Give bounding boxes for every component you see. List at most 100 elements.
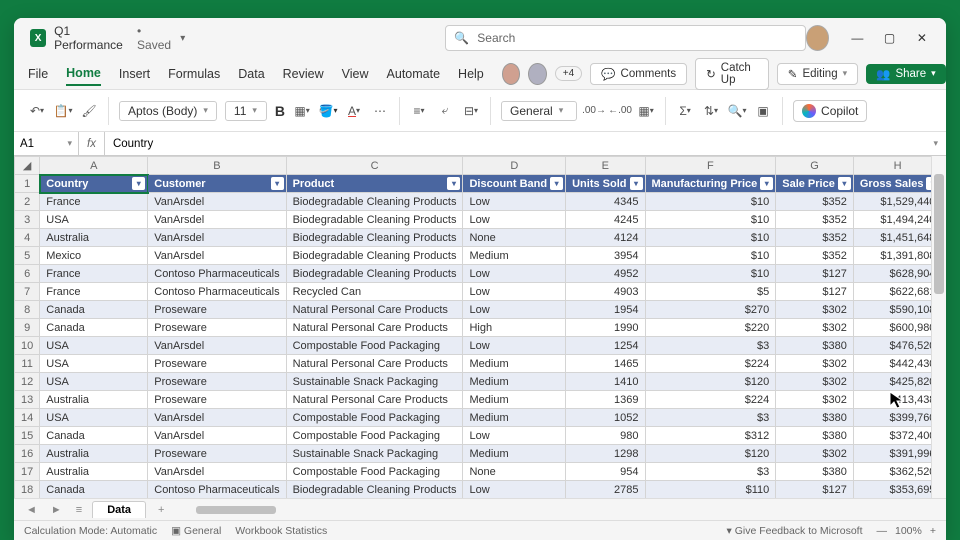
cell[interactable]: Medium xyxy=(463,409,566,427)
cell[interactable]: $302 xyxy=(776,319,854,337)
cell[interactable]: Proseware xyxy=(148,301,286,319)
cell[interactable]: Contoso Pharmaceuticals xyxy=(148,481,286,499)
row-header-9[interactable]: 9 xyxy=(15,319,40,337)
cell[interactable]: $127 xyxy=(776,481,854,499)
table-header-country[interactable]: Country▾ xyxy=(40,175,148,193)
table-header-sale price[interactable]: Sale Price▾ xyxy=(776,175,854,193)
cell[interactable]: 1254 xyxy=(566,337,645,355)
cell[interactable]: 1369 xyxy=(566,391,645,409)
row-header-13[interactable]: 13 xyxy=(15,391,40,409)
cell[interactable]: Low xyxy=(463,301,566,319)
tab-data[interactable]: Data xyxy=(238,63,264,85)
add-sheet-button[interactable]: + xyxy=(152,504,170,516)
cell[interactable]: Medium xyxy=(463,373,566,391)
cell[interactable]: $380 xyxy=(776,337,854,355)
cell[interactable]: $3 xyxy=(645,463,776,481)
cell[interactable]: 1052 xyxy=(566,409,645,427)
sheet-nav-prev[interactable]: ◄ xyxy=(22,504,41,516)
row-header-11[interactable]: 11 xyxy=(15,355,40,373)
cell[interactable]: $352 xyxy=(776,229,854,247)
cell[interactable]: $270 xyxy=(645,301,776,319)
sheet-tab-data[interactable]: Data xyxy=(92,501,146,518)
find-icon[interactable]: 🔍▾ xyxy=(728,102,746,120)
cell[interactable]: Low xyxy=(463,193,566,211)
cell[interactable]: $380 xyxy=(776,463,854,481)
workbook-stats-label[interactable]: Workbook Statistics xyxy=(235,525,327,537)
cell[interactable]: High xyxy=(463,319,566,337)
row-header-18[interactable]: 18 xyxy=(15,481,40,499)
horizontal-scrollbar[interactable] xyxy=(196,506,918,514)
filter-icon[interactable]: ▾ xyxy=(447,177,460,190)
cell[interactable]: Compostable Food Packaging xyxy=(286,463,463,481)
sheet-nav-next[interactable]: ► xyxy=(47,504,66,516)
vertical-scrollbar[interactable] xyxy=(931,156,946,498)
cell[interactable]: VanArsdel xyxy=(148,229,286,247)
cell[interactable]: $353,695 xyxy=(853,481,931,499)
cell[interactable]: Proseware xyxy=(148,391,286,409)
col-header-B[interactable]: B xyxy=(148,157,286,175)
borders-icon[interactable]: ▦▾ xyxy=(293,102,311,120)
cell[interactable]: $312 xyxy=(645,427,776,445)
font-family-select[interactable]: Aptos (Body)▾ xyxy=(119,101,217,121)
merge-icon[interactable]: ⊟▾ xyxy=(462,102,480,120)
catchup-button[interactable]: ↻Catch Up xyxy=(695,58,769,90)
cell[interactable]: $220 xyxy=(645,319,776,337)
cell[interactable]: $224 xyxy=(645,391,776,409)
cell[interactable]: $352 xyxy=(776,193,854,211)
cell[interactable]: $302 xyxy=(776,445,854,463)
cell[interactable]: USA xyxy=(40,409,148,427)
font-size-select[interactable]: 11▾ xyxy=(225,101,267,121)
cell[interactable]: Natural Personal Care Products xyxy=(286,301,463,319)
tab-file[interactable]: File xyxy=(28,63,48,85)
formula-input[interactable]: Country xyxy=(105,138,926,150)
cell[interactable]: Medium xyxy=(463,247,566,265)
name-box[interactable]: A1▾ xyxy=(14,132,79,155)
cell[interactable]: $362,520 xyxy=(853,463,931,481)
cell[interactable]: VanArsdel xyxy=(148,409,286,427)
cell[interactable]: 4952 xyxy=(566,265,645,283)
cell[interactable]: VanArsdel xyxy=(148,463,286,481)
cell[interactable]: Sustainable Snack Packaging xyxy=(286,373,463,391)
cell[interactable]: France xyxy=(40,265,148,283)
cell[interactable]: $5 xyxy=(645,283,776,301)
row-header-8[interactable]: 8 xyxy=(15,301,40,319)
feedback-link[interactable]: ▾ Give Feedback to Microsoft xyxy=(726,525,862,537)
cell[interactable]: $380 xyxy=(776,427,854,445)
comments-button[interactable]: 💬Comments xyxy=(590,63,687,85)
cell[interactable]: 954 xyxy=(566,463,645,481)
cell[interactable]: 4903 xyxy=(566,283,645,301)
row-header-10[interactable]: 10 xyxy=(15,337,40,355)
cell[interactable]: Natural Personal Care Products xyxy=(286,319,463,337)
cell[interactable]: 1954 xyxy=(566,301,645,319)
row-header-15[interactable]: 15 xyxy=(15,427,40,445)
decrease-decimal-icon[interactable]: ←.00 xyxy=(611,102,629,120)
cell[interactable]: $425,820 xyxy=(853,373,931,391)
cell[interactable]: Biodegradable Cleaning Products xyxy=(286,211,463,229)
fill-color-icon[interactable]: 🪣▾ xyxy=(319,102,337,120)
cell[interactable]: Biodegradable Cleaning Products xyxy=(286,193,463,211)
cell[interactable]: $127 xyxy=(776,283,854,301)
cell[interactable]: Canada xyxy=(40,319,148,337)
cell[interactable]: $10 xyxy=(645,211,776,229)
cell[interactable]: $590,108 xyxy=(853,301,931,319)
cell[interactable]: Low xyxy=(463,481,566,499)
paste-icon[interactable]: 📋▾ xyxy=(54,102,72,120)
presence-avatar-1[interactable] xyxy=(502,63,521,85)
font-color-icon[interactable]: A▾ xyxy=(345,102,363,120)
cell[interactable]: $391,996 xyxy=(853,445,931,463)
cell[interactable]: Medium xyxy=(463,445,566,463)
chevron-down-icon[interactable]: ▾ xyxy=(67,138,72,149)
tab-view[interactable]: View xyxy=(342,63,369,85)
cell[interactable]: 1990 xyxy=(566,319,645,337)
cell[interactable]: $442,430 xyxy=(853,355,931,373)
tab-automate[interactable]: Automate xyxy=(387,63,441,85)
autosum-icon[interactable]: Σ▾ xyxy=(676,102,694,120)
cell[interactable]: $1,391,808 xyxy=(853,247,931,265)
col-header-H[interactable]: H xyxy=(853,157,931,175)
cell[interactable]: Compostable Food Packaging xyxy=(286,427,463,445)
maximize-button[interactable]: ▢ xyxy=(873,31,905,45)
presence-count[interactable]: +4 xyxy=(555,66,582,81)
cell[interactable]: $380 xyxy=(776,409,854,427)
cell[interactable]: $127 xyxy=(776,265,854,283)
cell[interactable]: Canada xyxy=(40,427,148,445)
